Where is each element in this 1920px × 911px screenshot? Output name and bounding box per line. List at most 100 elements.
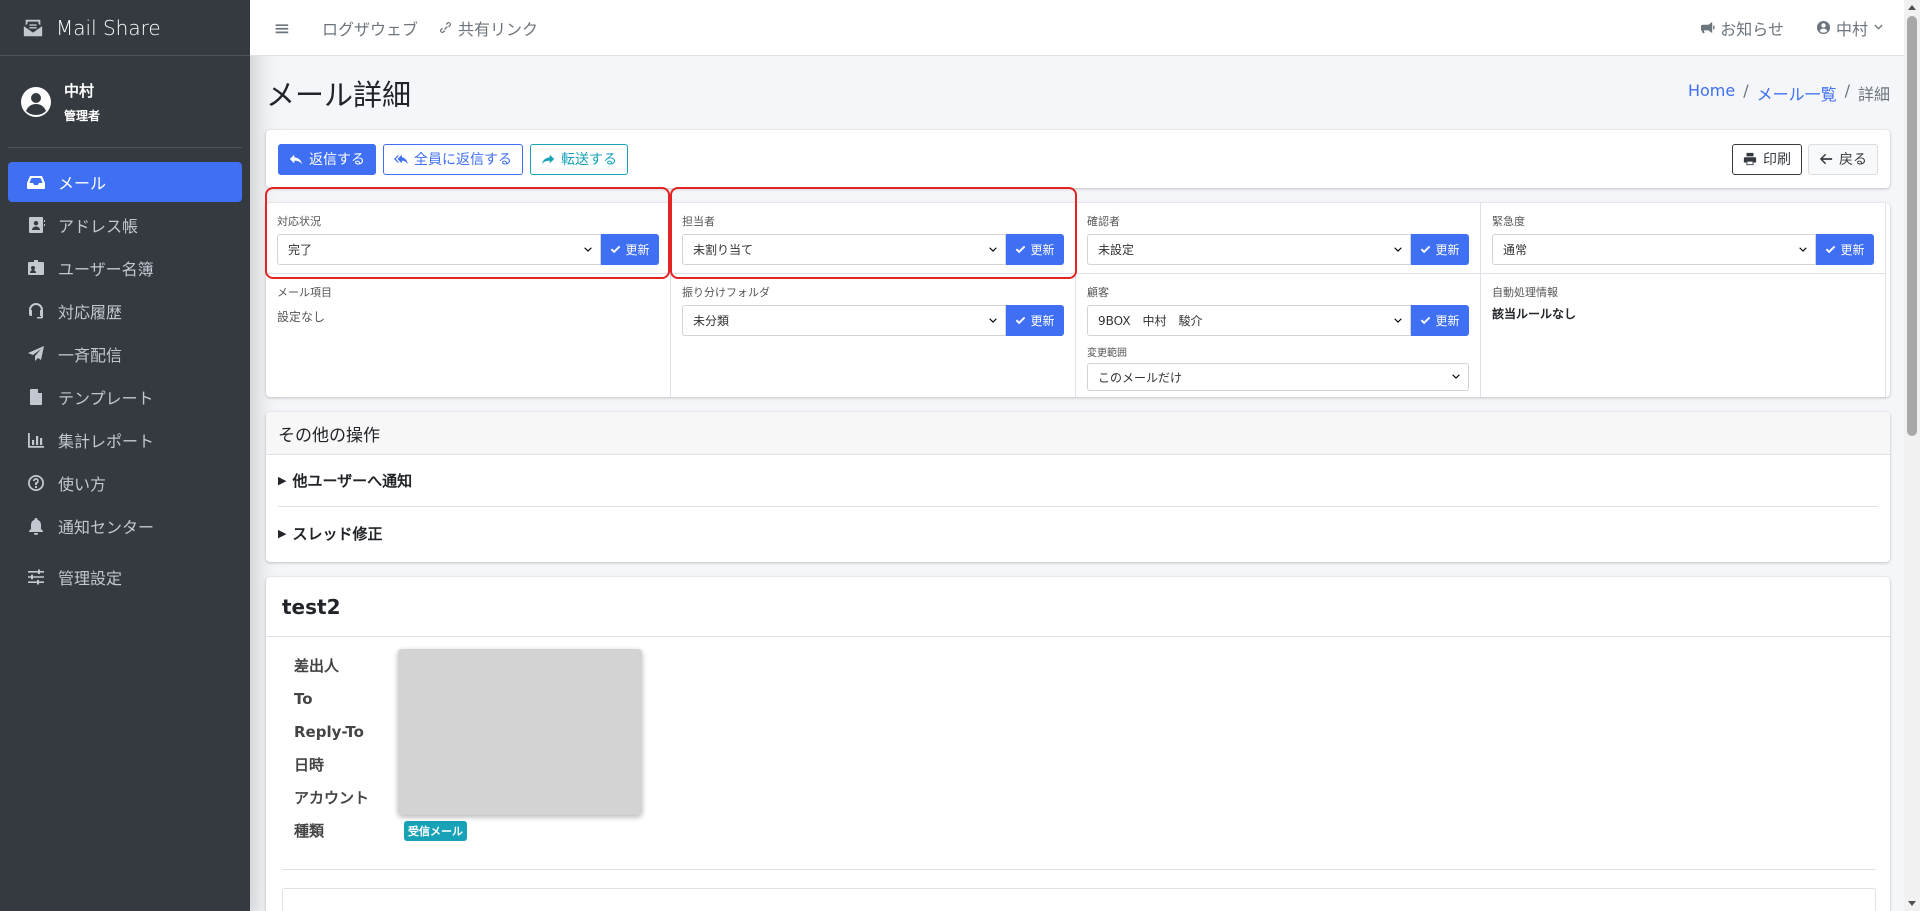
status-update-button[interactable]: 更新 bbox=[601, 234, 659, 265]
user-circle-icon bbox=[1816, 20, 1831, 35]
notify-users-toggle[interactable]: ▶ 他ユーザーへ通知 bbox=[278, 455, 1878, 507]
reply-icon bbox=[289, 154, 303, 165]
account-label: アカウント bbox=[294, 789, 370, 807]
sidebar-item-admin-settings[interactable]: 管理設定 bbox=[8, 557, 242, 597]
check-icon bbox=[1421, 245, 1431, 254]
prop-column: 確認者 未設定 更新 顧客 9BOX 中村 駿介 更新 変更範囲 このメールだけ bbox=[1076, 203, 1481, 397]
user-panel[interactable]: 中村 管理者 bbox=[8, 56, 242, 148]
vertical-scrollbar[interactable] bbox=[1904, 0, 1920, 911]
reply-all-button[interactable]: 全員に返信する bbox=[383, 143, 523, 175]
mail-properties-panel: 対応状況 完了 更新 メール項目 設定なし 担当者 未割り当て 更新 振り分けフ… bbox=[265, 187, 1890, 397]
auto-process-label: 自動処理情報 bbox=[1492, 286, 1558, 299]
headset-icon bbox=[29, 303, 44, 319]
mail-item-value: 設定なし bbox=[277, 310, 326, 324]
file-icon bbox=[30, 389, 42, 405]
action-bar: 返信する 全員に返信する 転送する 印刷 戻る bbox=[266, 130, 1890, 188]
caret-right-icon: ▶ bbox=[278, 526, 287, 540]
sidebar-item-label: 対応履歴 bbox=[58, 303, 123, 322]
action-bar-right: 印刷 戻る bbox=[1732, 143, 1878, 175]
customer-group: 顧客 9BOX 中村 駿介 更新 変更範囲 このメールだけ bbox=[1076, 274, 1480, 391]
scrollbar-thumb[interactable] bbox=[1907, 16, 1917, 436]
topnav-link-logzaweb[interactable]: ログザウェブ bbox=[322, 16, 418, 40]
urgency-select[interactable]: 通常 bbox=[1492, 234, 1816, 265]
sidebar-item-label: テンプレート bbox=[58, 389, 154, 408]
assignee-group: 担当者 未割り当て 更新 bbox=[671, 203, 1075, 274]
prop-column: 緊急度 通常 更新 自動処理情報 該当ルールなし bbox=[1481, 203, 1886, 397]
bell-icon bbox=[29, 518, 43, 535]
print-button[interactable]: 印刷 bbox=[1732, 143, 1802, 175]
user-menu[interactable]: 中村 bbox=[1816, 16, 1884, 40]
sidebar: Mail Share 中村 管理者 メール アドレス帳 ユーザー名簿 対応履歴 … bbox=[0, 0, 250, 911]
sidebar-item-reports[interactable]: 集計レポート bbox=[8, 420, 242, 460]
sidebar-item-mail[interactable]: メール bbox=[8, 162, 242, 202]
id-badge-icon bbox=[28, 260, 44, 275]
sidebar-item-user-directory[interactable]: ユーザー名簿 bbox=[8, 248, 242, 288]
scope-select[interactable]: このメールだけ bbox=[1087, 363, 1469, 391]
sender-label: 差出人 bbox=[294, 657, 340, 675]
status-select[interactable]: 完了 bbox=[277, 234, 601, 265]
mail-share-logo-icon bbox=[23, 19, 43, 36]
sidebar-item-templates[interactable]: テンプレート bbox=[8, 377, 242, 417]
confirmer-select[interactable]: 未設定 bbox=[1087, 234, 1411, 265]
received-mail-badge: 受信メール bbox=[404, 820, 467, 841]
paper-plane-icon bbox=[28, 346, 44, 361]
sidebar-item-address-book[interactable]: アドレス帳 bbox=[8, 205, 242, 245]
sidebar-item-broadcast[interactable]: 一斉配信 bbox=[8, 334, 242, 374]
folder-select[interactable]: 未分類 bbox=[682, 305, 1006, 336]
back-button[interactable]: 戻る bbox=[1808, 143, 1878, 175]
check-icon bbox=[1826, 245, 1836, 254]
scope-label: 変更範囲 bbox=[1087, 348, 1127, 359]
other-operations-card: その他の操作 ▶ 他ユーザーへ通知 ▶ スレッド修正 bbox=[266, 412, 1890, 562]
share-icon bbox=[541, 154, 555, 165]
mail-body bbox=[282, 888, 1876, 911]
folder-update-button[interactable]: 更新 bbox=[1006, 305, 1064, 336]
confirmer-label: 確認者 bbox=[1087, 215, 1120, 228]
caret-right-icon: ▶ bbox=[278, 474, 287, 487]
urgency-label: 緊急度 bbox=[1492, 215, 1525, 228]
topnav-link-label: ログザウェブ bbox=[322, 19, 419, 39]
content-header: メール詳細 Home / メール一覧 / 詳細 bbox=[266, 56, 1890, 130]
topnav-link-shared-link[interactable]: 共有リンク bbox=[438, 16, 538, 40]
breadcrumb-home[interactable]: Home bbox=[1688, 81, 1735, 105]
chevron-down-icon bbox=[989, 317, 997, 323]
redacted-header-values bbox=[398, 649, 642, 815]
sidebar-item-label: 管理設定 bbox=[58, 569, 123, 588]
mail-detail-card: test2 差出人 To Reply-To 日時 アカウント 種類 受信メール bbox=[266, 577, 1890, 911]
status-label: 対応状況 bbox=[277, 215, 321, 228]
page-title: メール詳細 bbox=[266, 78, 412, 112]
forward-button[interactable]: 転送する bbox=[530, 143, 628, 175]
reply-to-label: Reply-To bbox=[294, 722, 364, 741]
chevron-down-icon bbox=[1452, 374, 1460, 379]
scroll-up-arrow-icon[interactable] bbox=[1908, 5, 1916, 10]
urgency-update-button[interactable]: 更新 bbox=[1816, 234, 1874, 265]
notice-link[interactable]: お知らせ bbox=[1700, 16, 1784, 40]
thread-fix-toggle[interactable]: ▶ スレッド修正 bbox=[278, 507, 1878, 559]
reply-button[interactable]: 返信する bbox=[278, 143, 376, 175]
confirmer-group: 確認者 未設定 更新 bbox=[1076, 203, 1480, 274]
breadcrumb-mail-list[interactable]: メール一覧 bbox=[1757, 81, 1837, 105]
chart-bar-icon bbox=[28, 433, 44, 448]
address-book-icon bbox=[29, 217, 45, 233]
main-content: メール詳細 Home / メール一覧 / 詳細 返信する 全員に返信する 転送す… bbox=[265, 56, 1890, 911]
assignee-select[interactable]: 未割り当て bbox=[682, 234, 1006, 265]
chevron-down-icon bbox=[1394, 317, 1402, 323]
sidebar-item-history[interactable]: 対応履歴 bbox=[8, 291, 242, 331]
mail-meta: 差出人 To Reply-To 日時 アカウント 種類 受信メール bbox=[266, 637, 1890, 847]
sidebar-nav: メール アドレス帳 ユーザー名簿 対応履歴 一斉配信 テンプレート 集計レポート bbox=[0, 148, 250, 597]
assignee-update-button[interactable]: 更新 bbox=[1006, 234, 1064, 265]
brand-link[interactable]: Mail Share bbox=[0, 0, 250, 56]
sidebar-item-help[interactable]: 使い方 bbox=[8, 463, 242, 503]
question-circle-icon bbox=[28, 475, 44, 491]
reply-all-icon bbox=[394, 154, 408, 165]
confirmer-update-button[interactable]: 更新 bbox=[1411, 234, 1469, 265]
menu-toggle-icon[interactable]: ≡ bbox=[262, 16, 302, 40]
print-icon bbox=[1743, 152, 1757, 166]
sidebar-item-notification-center[interactable]: 通知センター bbox=[8, 506, 242, 546]
folder-label: 振り分けフォルダ bbox=[682, 286, 770, 299]
scroll-down-arrow-icon[interactable] bbox=[1908, 901, 1916, 906]
user-role: 管理者 bbox=[64, 108, 101, 123]
customer-update-button[interactable]: 更新 bbox=[1411, 305, 1469, 336]
chevron-down-icon bbox=[1394, 246, 1402, 252]
customer-select[interactable]: 9BOX 中村 駿介 bbox=[1087, 305, 1411, 336]
arrow-left-icon bbox=[1819, 153, 1833, 165]
